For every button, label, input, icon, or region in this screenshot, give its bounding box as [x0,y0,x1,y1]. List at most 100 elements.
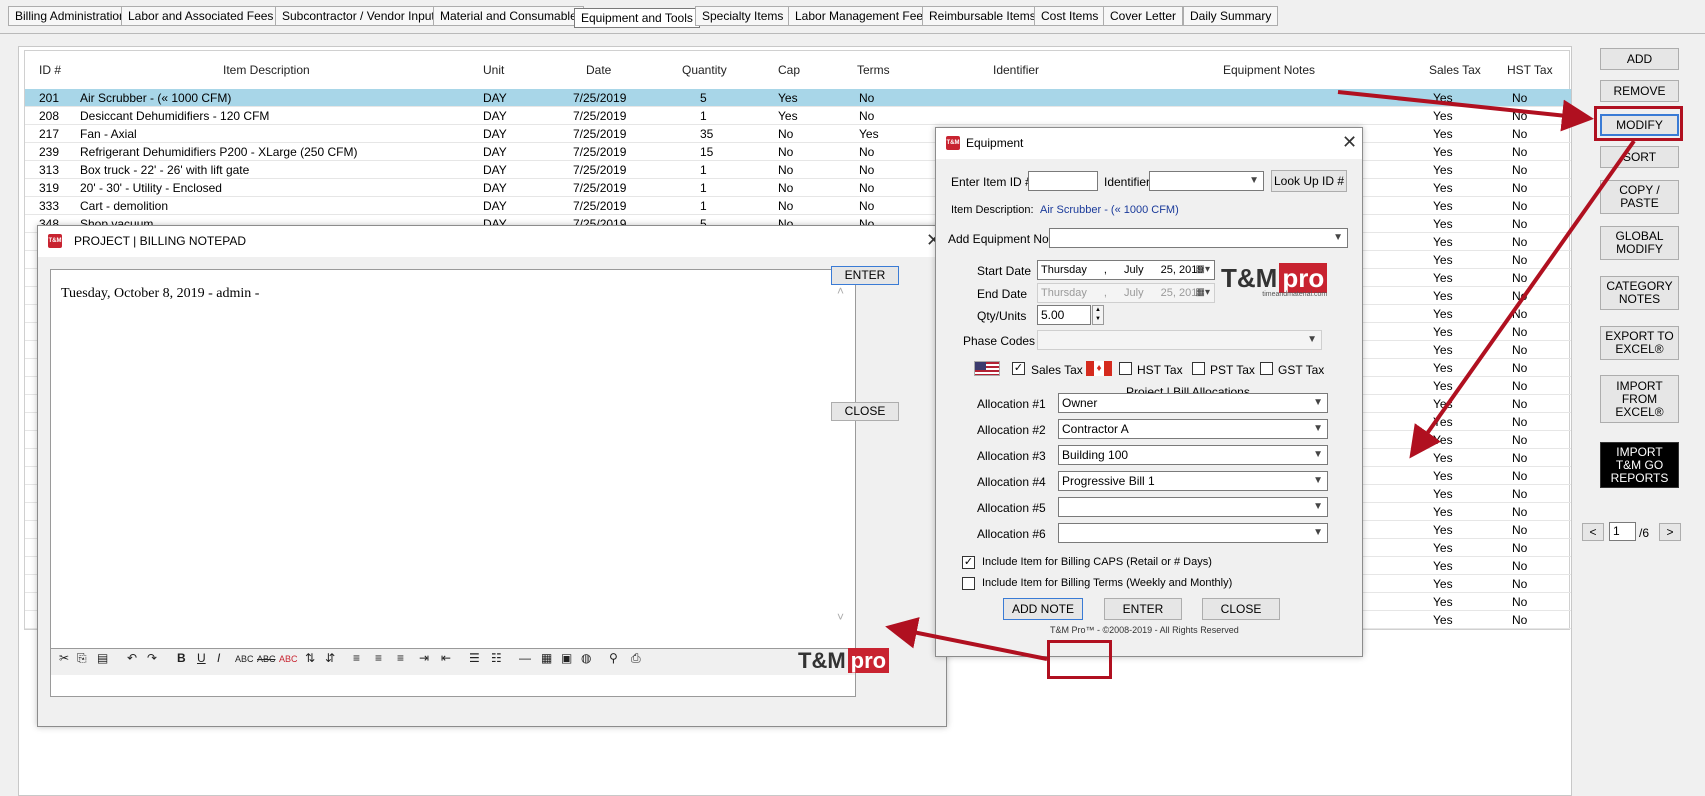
sort-button[interactable]: SORT [1600,146,1679,168]
allocation-select-5[interactable]: ▼ [1058,497,1328,517]
undo-icon[interactable]: ↶ [127,651,137,665]
export-to-excel-button[interactable]: EXPORT TO EXCEL® [1600,326,1679,360]
calendar-icon[interactable]: ▦▾ [1196,284,1210,302]
strikethrough-icon[interactable]: ABC [257,654,276,664]
start-date-picker[interactable]: Thursday , July 25, 2019 ▦▾ [1037,260,1215,280]
scroll-up-icon[interactable]: ˄ [837,284,844,298]
import-tm-go-reports-button[interactable]: IMPORT T&M GO REPORTS [1600,442,1679,488]
cell-date: 7/25/2019 [573,181,627,195]
horizontal-line-icon[interactable]: — [519,651,531,665]
identifier-select[interactable]: ▼ [1149,171,1264,191]
bullet-list-icon[interactable]: ☰ [469,651,480,665]
qty-units-input[interactable]: 5.00 [1037,305,1091,325]
allocation-select-2[interactable]: Contractor A ▼ [1058,419,1328,439]
notepad-close-button[interactable]: CLOSE [831,402,899,421]
allocation-select-4[interactable]: Progressive Bill 1 ▼ [1058,471,1328,491]
header-item-description[interactable]: Item Description [223,63,310,77]
numbered-list-icon[interactable]: ☷ [491,651,502,665]
item-id-input[interactable] [1028,171,1098,191]
paste-icon[interactable]: ▤ [97,651,108,665]
tab-daily-summary[interactable]: Daily Summary [1183,6,1279,26]
header-sales-tax[interactable]: Sales Tax [1429,63,1481,77]
header-quantity[interactable]: Quantity [682,63,727,77]
tab-labor-management-fee[interactable]: Labor Management Fee [788,6,931,26]
outdent-icon[interactable]: ⇤ [441,651,451,665]
notepad-text[interactable]: Tuesday, October 8, 2019 - admin - [61,286,259,302]
underline-icon[interactable]: U [197,651,206,665]
header-identifier[interactable]: Identifier [993,63,1039,77]
look-up-id-button[interactable]: Look Up ID # [1271,170,1347,192]
item-description-value: Air Scrubber - (« 1000 CFM) [1040,204,1179,216]
notepad-enter-button[interactable]: ENTER [831,266,899,285]
enter-button[interactable]: ENTER [1104,598,1182,620]
header-hst-tax[interactable]: HST Tax [1507,63,1553,77]
tab-billing-administration[interactable]: Billing Administration [8,6,133,26]
header-cap[interactable]: Cap [778,63,800,77]
gst-tax-checkbox[interactable] [1260,362,1273,375]
sort-asc-icon[interactable]: ⇅ [305,651,315,665]
header-unit[interactable]: Unit [483,63,504,77]
billing-terms-checkbox[interactable] [962,577,975,590]
table-icon[interactable]: ▦ [541,651,552,665]
end-date-picker[interactable]: Thursday , July 25, 2019 ▦▾ [1037,283,1215,303]
print-icon[interactable]: ⎙ [631,651,641,666]
cell-hst: No [1512,181,1528,195]
tab-equipment-and-tools[interactable]: Equipment and Tools [574,8,700,28]
tab-specialty-items[interactable]: Specialty Items [695,6,791,26]
close-button[interactable]: CLOSE [1202,598,1280,620]
tab-subcontractor-vendor-input[interactable]: Subcontractor / Vendor Input [275,6,442,26]
close-icon[interactable]: ✕ [1342,132,1357,153]
hst-tax-checkbox[interactable] [1119,362,1132,375]
allocation-select-6[interactable]: ▼ [1058,523,1328,543]
add-note-button[interactable]: ADD NOTE [1003,598,1083,620]
header-terms[interactable]: Terms [857,63,890,77]
qty-stepper[interactable]: ▲ ▼ [1092,305,1104,325]
globe-icon[interactable]: ◍ [581,651,591,665]
find-icon[interactable]: ⚲ [609,651,618,665]
remove-button[interactable]: REMOVE [1600,80,1679,102]
align-center-icon[interactable]: ≡ [375,651,382,665]
tab-labor-and-associated-fees[interactable]: Labor and Associated Fees [121,6,281,26]
calendar-icon[interactable]: ▦▾ [1196,261,1210,279]
font-icon[interactable]: ABC [235,654,254,664]
notepad-editor[interactable]: Tuesday, October 8, 2019 - admin - ˄ ˅ ✂… [50,269,856,697]
scroll-down-icon[interactable]: ˅ [837,610,844,624]
header-id[interactable]: ID # [39,63,61,77]
tab-cost-items[interactable]: Cost Items [1034,6,1106,26]
pager-page-input[interactable]: 1 [1609,522,1636,541]
align-left-icon[interactable]: ≡ [353,651,360,665]
bold-icon[interactable]: B [177,651,186,665]
global-modify-button[interactable]: GLOBAL MODIFY [1600,226,1679,260]
equipment-note-select[interactable]: ▼ [1049,228,1348,248]
header-equipment-notes[interactable]: Equipment Notes [1223,63,1315,77]
italic-icon[interactable]: I [217,651,220,665]
indent-icon[interactable]: ⇥ [419,651,429,665]
tab-reimbursable-items[interactable]: Reimbursable Items [922,6,1043,26]
align-right-icon[interactable]: ≡ [397,651,404,665]
sort-desc-icon[interactable]: ⇵ [325,651,335,665]
add-button[interactable]: ADD [1600,48,1679,70]
pager-next-button[interactable]: > [1659,523,1681,541]
category-notes-button[interactable]: CATEGORY NOTES [1600,276,1679,310]
table-row[interactable]: 201 Air Scrubber - (« 1000 CFM) DAY 7/25/20… [25,89,1571,107]
end-date-label: End Date [977,287,1028,301]
redo-icon[interactable]: ↷ [147,651,157,665]
allocation-select-1[interactable]: Owner ▼ [1058,393,1328,413]
sales-tax-checkbox[interactable]: ✓ [1012,362,1025,375]
allocation-select-3[interactable]: Building 100 ▼ [1058,445,1328,465]
tab-cover-letter[interactable]: Cover Letter [1103,6,1184,26]
tab-material-and-consumable[interactable]: Material and Consumable [433,6,584,26]
pager-prev-button[interactable]: < [1582,523,1604,541]
cut-icon[interactable]: ✂ [59,651,69,665]
copy-paste-button[interactable]: COPY / PASTE [1600,180,1679,214]
table-row[interactable]: 208 Desiccant Dehumidifiers - 120 CFM DAY 7… [25,107,1571,125]
copy-icon[interactable]: ⎘ [77,651,87,666]
pst-tax-checkbox[interactable] [1192,362,1205,375]
font-color-icon[interactable]: ABC [279,654,298,664]
image-icon[interactable]: ▣ [561,651,572,665]
import-from-excel-button[interactable]: IMPORT FROM EXCEL® [1600,375,1679,423]
billing-caps-checkbox[interactable]: ✓ [962,556,975,569]
header-date[interactable]: Date [586,63,611,77]
phase-codes-select[interactable]: ▼ [1037,330,1322,350]
cell-sales: Yes [1433,253,1453,267]
